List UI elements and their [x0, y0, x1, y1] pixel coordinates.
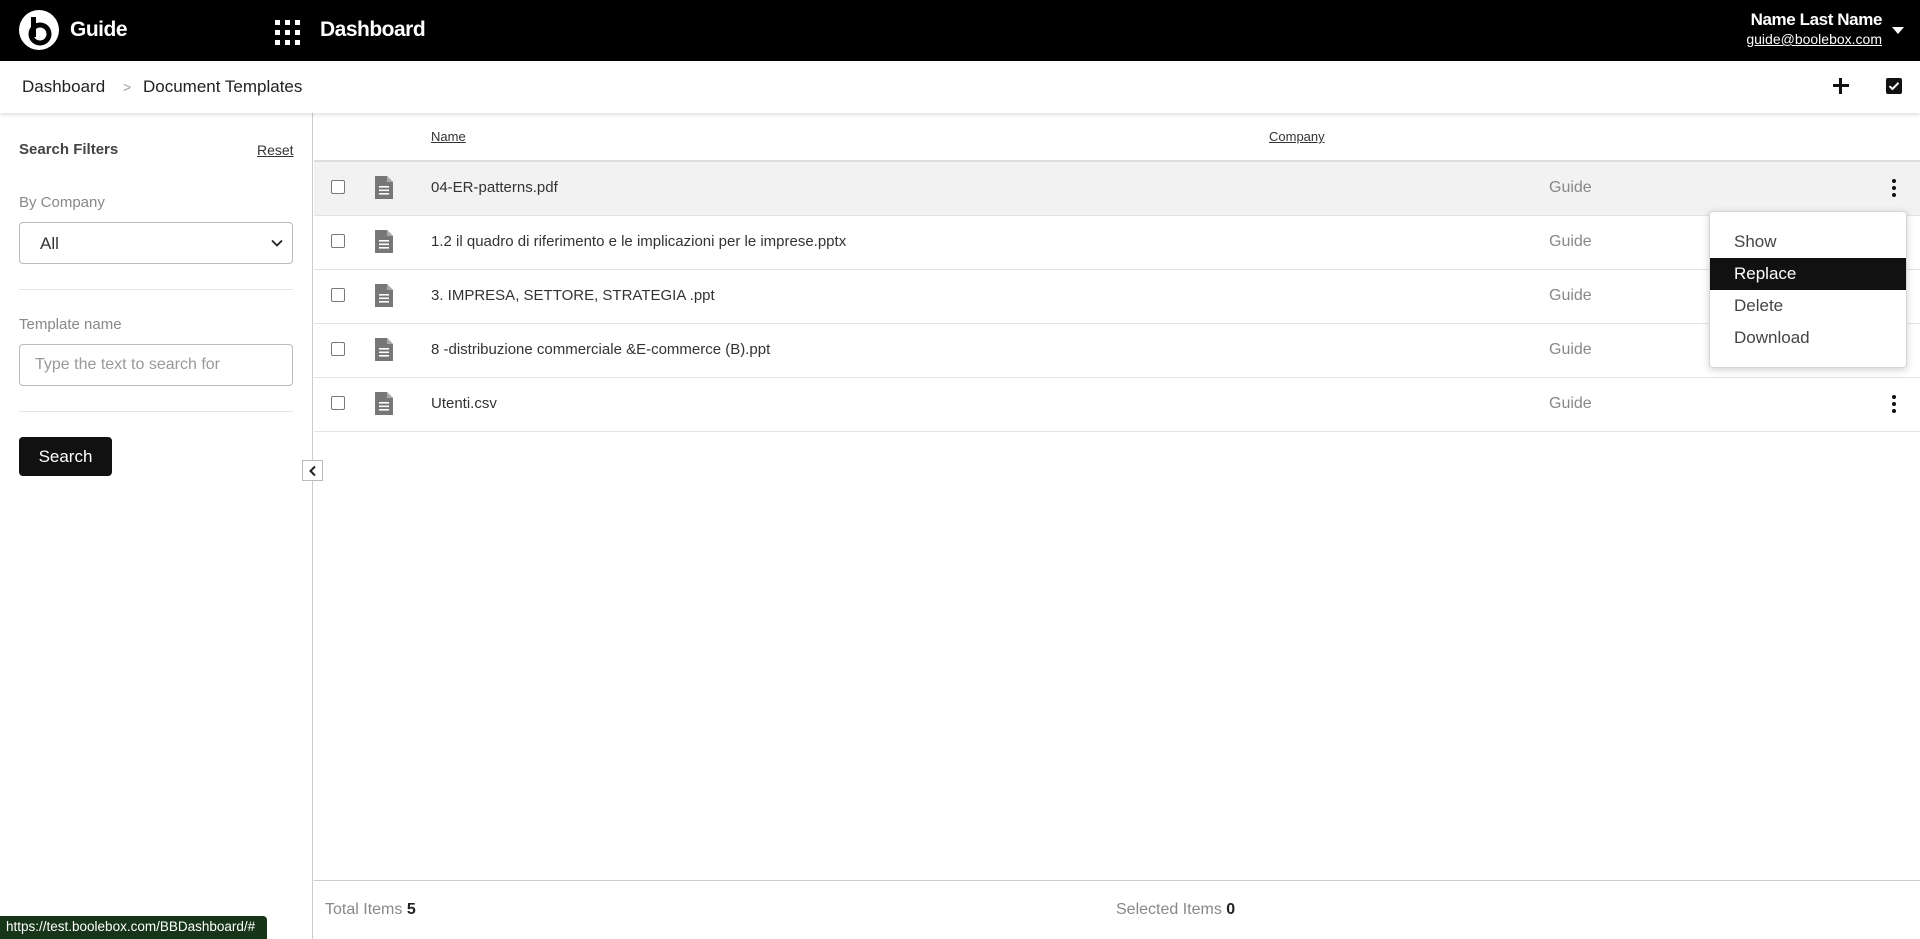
selected-items-label: Selected Items [1116, 901, 1222, 918]
selected-items: Selected Items 0 [1116, 901, 1235, 919]
company-filter-label: By Company [19, 194, 105, 211]
menu-item-replace[interactable]: Replace [1710, 258, 1906, 290]
column-header-name[interactable]: Name [431, 129, 466, 144]
apps-grid-icon[interactable] [275, 20, 300, 45]
search-filters-title: Search Filters [19, 141, 119, 158]
more-options-icon[interactable] [1885, 176, 1903, 200]
menu-item-download[interactable]: Download [1710, 322, 1906, 354]
document-icon [375, 392, 393, 415]
total-items-label: Total Items [325, 901, 403, 918]
row-company: Guide [1549, 179, 1592, 196]
collapse-sidebar-button[interactable] [302, 460, 323, 481]
menu-item-show[interactable]: Show [1710, 226, 1906, 258]
company-select-value: All [40, 234, 59, 253]
row-checkbox[interactable] [331, 342, 345, 356]
row-checkbox[interactable] [331, 234, 345, 248]
search-filters-panel: Search Filters Reset By Company All Temp… [0, 113, 313, 939]
table-row[interactable]: 04-ER-patterns.pdf Guide [314, 162, 1920, 216]
document-icon [375, 176, 393, 199]
table-row[interactable]: Utenti.csv Guide [314, 378, 1920, 432]
add-template-button[interactable] [1831, 76, 1851, 96]
user-email[interactable]: guide@boolebox.com [1746, 31, 1882, 47]
document-icon [375, 284, 393, 307]
user-menu[interactable]: Name Last Name guide@boolebox.com [1746, 10, 1882, 47]
table-row[interactable]: 8 -distribuzione commerciale &E-commerce… [314, 324, 1920, 378]
breadcrumb: Dashboard > Document Templates [0, 61, 1920, 113]
table-header: Name Company [314, 113, 1920, 162]
selected-items-count: 0 [1226, 901, 1236, 918]
breadcrumb-separator: > [123, 79, 132, 95]
top-bar: Guide Dashboard Name Last Name guide@boo… [0, 0, 1920, 61]
row-company: Guide [1549, 233, 1592, 250]
row-company: Guide [1549, 287, 1592, 304]
template-name-input[interactable] [19, 344, 293, 386]
row-file-name[interactable]: 1.2 il quadro di riferimento e le implic… [431, 233, 846, 250]
app-name: Guide [70, 18, 128, 41]
table-footer: Total Items 5 Selected Items 0 [314, 880, 1920, 939]
link-status-bar: https://test.boolebox.com/BBDashboard/# [0, 916, 268, 939]
menu-item-delete[interactable]: Delete [1710, 290, 1906, 322]
reset-link[interactable]: Reset [257, 142, 294, 158]
document-icon [375, 230, 393, 253]
company-select[interactable]: All [19, 222, 293, 264]
table-row[interactable]: 3. IMPRESA, SETTORE, STRATEGIA .ppt Guid… [314, 270, 1920, 324]
row-context-menu: Show Replace Delete Download [1709, 211, 1907, 368]
document-icon [375, 338, 393, 361]
select-all-checkbox-icon[interactable] [1886, 78, 1902, 94]
divider [19, 289, 293, 290]
row-checkbox[interactable] [331, 180, 345, 194]
template-name-label: Template name [19, 316, 122, 333]
row-file-name[interactable]: 8 -distribuzione commerciale &E-commerce… [431, 341, 770, 358]
row-file-name[interactable]: 3. IMPRESA, SETTORE, STRATEGIA .ppt [431, 287, 715, 304]
breadcrumb-dashboard[interactable]: Dashboard [22, 77, 105, 97]
templates-table: Name Company 04-ER-patterns.pdf Guide 1.… [314, 113, 1920, 939]
caret-down-icon[interactable] [1892, 27, 1904, 34]
boolebox-logo-icon[interactable] [19, 10, 59, 50]
search-button[interactable]: Search [19, 437, 112, 476]
row-checkbox[interactable] [331, 288, 345, 302]
more-options-icon[interactable] [1885, 392, 1903, 416]
total-items: Total Items 5 [325, 901, 416, 919]
page-name[interactable]: Dashboard [320, 18, 426, 42]
breadcrumb-document-templates: Document Templates [143, 77, 303, 96]
row-checkbox[interactable] [331, 396, 345, 410]
total-items-count: 5 [406, 901, 416, 918]
row-company: Guide [1549, 341, 1592, 358]
chevron-left-icon [309, 465, 316, 477]
user-name: Name Last Name [1750, 10, 1883, 29]
column-header-company[interactable]: Company [1269, 129, 1325, 144]
divider [19, 411, 293, 412]
row-file-name[interactable]: Utenti.csv [431, 395, 497, 412]
row-file-name[interactable]: 04-ER-patterns.pdf [431, 179, 558, 196]
table-row[interactable]: 1.2 il quadro di riferimento e le implic… [314, 216, 1920, 270]
row-company: Guide [1549, 395, 1592, 412]
chevron-down-icon [271, 239, 283, 247]
